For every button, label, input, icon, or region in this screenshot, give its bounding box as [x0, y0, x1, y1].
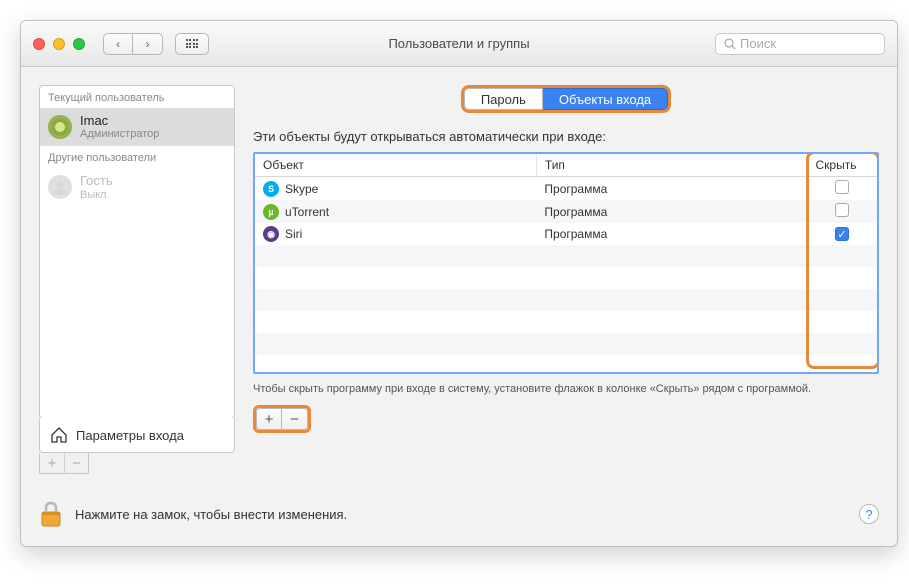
prefs-window: ‹ › Пользователи и группы Поиск Текущий … [20, 20, 898, 547]
heading: Эти объекты будут открываться автоматиче… [253, 129, 879, 144]
col-type[interactable]: Тип [536, 154, 807, 177]
other-users-label: Другие пользователи [40, 146, 234, 168]
current-user-label: Текущий пользователь [40, 86, 234, 108]
house-icon [50, 426, 68, 444]
login-options-button[interactable]: Параметры входа [39, 418, 235, 453]
user-role: Администратор [80, 128, 159, 140]
lock-text: Нажмите на замок, чтобы внести изменения… [75, 507, 347, 522]
app-icon: µ [263, 204, 279, 220]
hide-checkbox[interactable] [835, 203, 849, 217]
close-icon[interactable] [33, 38, 45, 50]
grid-icon [186, 39, 199, 48]
item-type: Программа [536, 223, 807, 245]
search-placeholder: Поиск [740, 36, 776, 51]
app-icon: S [263, 181, 279, 197]
help-button[interactable]: ? [859, 504, 879, 524]
show-all-button[interactable] [175, 33, 209, 55]
guest-name: Гость [80, 174, 113, 188]
back-button[interactable]: ‹ [103, 33, 133, 55]
sidebar: Текущий пользователь Imac Администратор … [39, 85, 235, 474]
login-items-table: Объект Тип Скрыть S Skype Программа µ uT… [253, 152, 879, 374]
search-input[interactable]: Поиск [715, 33, 885, 55]
nav-buttons: ‹ › [103, 33, 163, 55]
table-row[interactable]: S Skype Программа [255, 177, 877, 201]
table-empty-rows [255, 245, 877, 355]
app-icon: ◉ [263, 226, 279, 242]
sidebar-item-current-user[interactable]: Imac Администратор [40, 108, 234, 146]
add-user-button: + [40, 453, 64, 473]
window-title: Пользователи и группы [388, 36, 529, 51]
item-type: Программа [536, 200, 807, 223]
zoom-icon[interactable] [73, 38, 85, 50]
add-item-button[interactable]: + [256, 408, 282, 430]
login-options-label: Параметры входа [76, 428, 184, 443]
remove-user-button: − [64, 453, 88, 473]
item-type: Программа [536, 177, 807, 201]
avatar [48, 115, 72, 139]
hide-checkbox[interactable] [835, 227, 849, 241]
titlebar: ‹ › Пользователи и группы Поиск [21, 21, 897, 67]
lock-icon[interactable] [39, 500, 63, 528]
item-name: Skype [285, 182, 318, 196]
avatar [48, 175, 72, 199]
item-add-remove: + − [253, 405, 311, 433]
table-header-row: Объект Тип Скрыть [255, 154, 877, 177]
user-list: Текущий пользователь Imac Администратор … [39, 85, 235, 419]
col-object[interactable]: Объект [255, 154, 536, 177]
search-icon [724, 38, 736, 50]
table-row[interactable]: µ uTorrent Программа [255, 200, 877, 223]
user-add-remove: + − [39, 453, 89, 474]
tab-password[interactable]: Пароль [464, 88, 543, 110]
footer: Нажмите на замок, чтобы внести изменения… [21, 488, 897, 546]
item-name: Siri [285, 227, 302, 241]
main-panel: Пароль Объекты входа Эти объекты будут о… [253, 85, 879, 474]
tab-control: Пароль Объекты входа [253, 85, 879, 113]
remove-item-button[interactable]: − [282, 408, 308, 430]
content: Текущий пользователь Imac Администратор … [21, 67, 897, 488]
item-name: uTorrent [285, 205, 329, 219]
col-hide[interactable]: Скрыть [807, 154, 877, 177]
user-name: Imac [80, 114, 159, 128]
guest-status: Выкл. [80, 189, 113, 201]
forward-button[interactable]: › [133, 33, 163, 55]
hint-text: Чтобы скрыть программу при входе в систе… [253, 382, 879, 397]
tab-login-items[interactable]: Объекты входа [543, 88, 668, 110]
hide-checkbox[interactable] [835, 180, 849, 194]
table-row[interactable]: ◉ Siri Программа [255, 223, 877, 245]
minimize-icon[interactable] [53, 38, 65, 50]
sidebar-item-guest[interactable]: Гость Выкл. [40, 168, 234, 206]
window-controls [33, 38, 85, 50]
